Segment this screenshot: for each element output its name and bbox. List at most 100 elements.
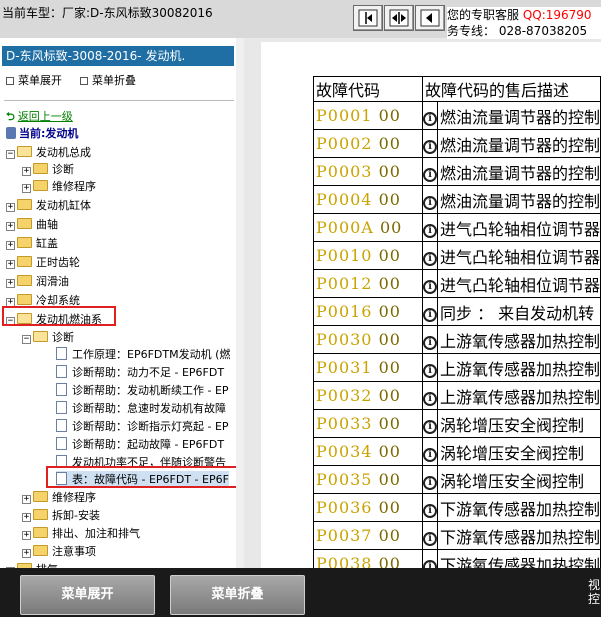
info-icon[interactable]: i: [423, 391, 437, 406]
table-row[interactable]: P0003 00 i 燃油流量调节器的控制: [313, 157, 601, 186]
tree-item-engine-block[interactable]: + 发动机缸体: [6, 197, 91, 214]
tree-item-engine-assembly[interactable]: − 发动机总成: [6, 144, 91, 161]
tree-item-label: 诊断帮助：诊断指示灯亮起 - EP: [72, 420, 229, 433]
tree-item-cylinder-head[interactable]: + 缸盖: [6, 235, 58, 252]
panel-splitter[interactable]: [244, 38, 261, 568]
info-icon[interactable]: i: [423, 307, 437, 322]
nav-first-button[interactable]: [353, 5, 383, 31]
info-icon[interactable]: i: [423, 419, 437, 434]
tree-doc-warning-light[interactable]: 诊断帮助：诊断指示灯亮起 - EP: [56, 418, 229, 435]
expand-toggle-icon[interactable]: +: [22, 495, 31, 504]
tree-item-fuel-repair[interactable]: + 维修程序: [22, 489, 96, 506]
info-icon[interactable]: i: [423, 195, 437, 210]
table-row[interactable]: P0004 00 i 燃油流量调节器的控制: [313, 185, 601, 214]
menu-collapse-link[interactable]: 菜单折叠: [80, 72, 136, 88]
info-icon[interactable]: i: [423, 447, 437, 462]
table-row[interactable]: P0031 00 i 上游氧传感器加热控制: [313, 353, 601, 382]
tree-back-row[interactable]: ⮌ 返回上一级: [6, 108, 73, 125]
info-icon[interactable]: i: [423, 279, 437, 294]
dtc-code: P0001: [316, 106, 373, 125]
tree-view[interactable]: ⮌ 返回上一级 当前:发动机 − 发动机总成 + 诊断 + 维修程序 + 发动机缸体 + 曲…: [0, 100, 236, 568]
info-icon[interactable]: i: [423, 111, 437, 126]
expand-toggle-icon[interactable]: +: [22, 167, 31, 176]
collapse-icon: [80, 77, 88, 85]
expand-toggle-icon[interactable]: +: [6, 260, 15, 269]
nav-split-button[interactable]: [384, 5, 414, 31]
collapse-toggle-icon[interactable]: −: [6, 150, 15, 159]
info-icon[interactable]: i: [423, 531, 437, 546]
info-cell: i: [421, 465, 438, 494]
bottom-collapse-button[interactable]: 菜单折叠: [170, 575, 305, 615]
info-icon[interactable]: i: [423, 223, 437, 238]
current-node-label: 当前:发动机: [19, 127, 79, 140]
info-icon[interactable]: i: [423, 363, 437, 378]
expand-toggle-icon[interactable]: +: [22, 549, 31, 558]
expand-toggle-icon[interactable]: +: [6, 279, 15, 288]
document-icon: [56, 365, 67, 378]
tree-item-precautions[interactable]: + 注意事项: [22, 543, 96, 560]
info-icon[interactable]: i: [423, 251, 437, 266]
table-row[interactable]: P0033 00 i 涡轮增压安全阀控制: [313, 409, 601, 438]
info-icon[interactable]: i: [423, 139, 437, 154]
table-row[interactable]: P0035 00 i 涡轮增压安全阀控制: [313, 465, 601, 494]
table-row[interactable]: P0030 00 i 上游氧传感器加热控制: [313, 325, 601, 354]
tree-item-label: 诊断: [52, 331, 74, 344]
tree-item-fuel-diagnosis[interactable]: − 诊断: [22, 329, 74, 346]
dtc-code: P0004: [316, 190, 373, 209]
dtc-code-cell: P0010 00: [313, 241, 423, 270]
expand-toggle-icon[interactable]: +: [22, 531, 31, 540]
tree-item-remove-install[interactable]: + 拆卸-安装: [22, 507, 100, 524]
tree-item-crankshaft[interactable]: + 曲轴: [6, 216, 58, 233]
info-icon[interactable]: i: [423, 167, 437, 182]
left-scrollbar[interactable]: [236, 38, 244, 568]
menu-expand-link[interactable]: 菜单展开: [6, 72, 62, 88]
tree-item-repair[interactable]: + 维修程序: [22, 178, 96, 195]
table-row[interactable]: P0010 00 i 进气凸轮轴相位调节器: [313, 241, 601, 270]
tree-item-exhaust[interactable]: +排气: [6, 561, 58, 568]
tree-item-drain-fill[interactable]: + 排出、加注和排气: [22, 525, 140, 542]
dtc-code: P0010: [316, 246, 373, 265]
expand-toggle-icon[interactable]: +: [6, 222, 15, 231]
tree-item-lubrication[interactable]: + 润滑油: [6, 273, 69, 290]
tree-item-label: 诊断帮助：怠速时发动机有故障: [72, 402, 226, 415]
tree-doc-power-loss[interactable]: 诊断帮助：动力不足 - EP6FDT: [56, 364, 224, 381]
table-row[interactable]: P0002 00 i 燃油流量调节器的控制: [313, 129, 601, 158]
dtc-table: 故障代码 故障代码的售后描述 P0001 00 i 燃油流量调节器的控制 P0002 …: [313, 76, 601, 568]
table-row[interactable]: P0034 00 i 涡轮增压安全阀控制: [313, 437, 601, 466]
table-row[interactable]: P0037 00 i 下游氧传感器加热控制: [313, 521, 601, 550]
tree-doc-idle-fault[interactable]: 诊断帮助：怠速时发动机有故障: [56, 400, 226, 417]
info-icon[interactable]: i: [423, 335, 437, 350]
bottom-expand-button[interactable]: 菜单展开: [20, 575, 155, 615]
expand-toggle-icon[interactable]: +: [22, 513, 31, 522]
expand-toggle-icon[interactable]: +: [6, 203, 15, 212]
table-row[interactable]: P000A 00 i 进气凸轮轴相位调节器: [313, 213, 601, 242]
dtc-code: P0037: [316, 526, 373, 545]
service-qq-link[interactable]: QQ:196790: [523, 8, 592, 22]
info-icon[interactable]: i: [423, 475, 437, 490]
info-icon[interactable]: i: [423, 559, 437, 568]
tree-doc-start-fault[interactable]: 诊断帮助：起动故障 - EP6FDT: [56, 436, 224, 453]
table-row[interactable]: P0001 00 i 燃油流量调节器的控制: [313, 101, 601, 130]
bottom-bar: 菜单展开 菜单折叠 视 控: [0, 568, 601, 617]
table-row[interactable]: P0016 00 i 同步 ： 来自发动机转: [313, 297, 601, 326]
tree-doc-principle[interactable]: 工作原理：EP6FDTM发动机 (燃: [56, 346, 230, 363]
tree-doc-intermittent[interactable]: 诊断帮助：发动机断续工作 - EP: [56, 382, 229, 399]
dtc-description: 涡轮增压安全阀控制: [436, 437, 601, 466]
back-link[interactable]: 返回上一级: [18, 110, 73, 123]
info-cell: i: [421, 269, 438, 298]
tree-item-diagnosis[interactable]: + 诊断: [22, 161, 74, 178]
dtc-code-cell: P0033 00: [313, 409, 423, 438]
expand-toggle-icon[interactable]: +: [6, 241, 15, 250]
table-row[interactable]: P0032 00 i 上游氧传感器加热控制: [313, 381, 601, 410]
table-row[interactable]: P0036 00 i 下游氧传感器加热控制: [313, 493, 601, 522]
collapse-toggle-icon[interactable]: −: [22, 335, 31, 344]
info-cell: i: [421, 325, 438, 354]
table-row[interactable]: P0012 00 i 进气凸轮轴相位调节器: [313, 269, 601, 298]
nav-prev-button[interactable]: [415, 5, 445, 31]
tree-item-timing[interactable]: + 正时齿轮: [6, 254, 80, 271]
table-row[interactable]: P0038 00 i 下游氧传感器加热控制: [313, 549, 601, 568]
info-icon[interactable]: i: [423, 503, 437, 518]
expand-icon: [6, 77, 14, 85]
expand-toggle-icon[interactable]: +: [22, 184, 31, 193]
dtc-description: 同步 ： 来自发动机转: [436, 297, 601, 326]
